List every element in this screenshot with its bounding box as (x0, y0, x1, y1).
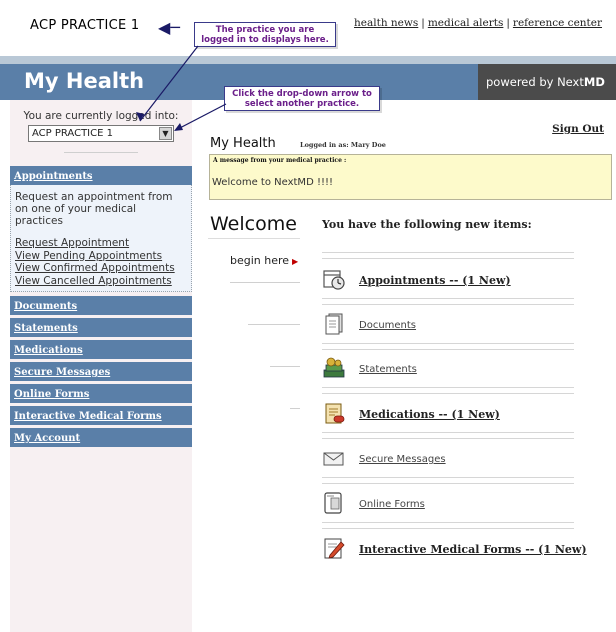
practice-title: ACP PRACTICE 1 (30, 18, 140, 33)
divider (322, 387, 574, 388)
medication-icon (325, 403, 345, 424)
sidebar-item-secure-messages[interactable]: Secure Messages (10, 362, 192, 381)
divider (322, 304, 574, 305)
item-label[interactable]: Online Forms (359, 499, 425, 510)
new-item-statements[interactable]: Statements (322, 354, 582, 384)
sign-out-link[interactable]: Sign Out (552, 123, 604, 135)
practice-callout: The practice you are logged in to displa… (194, 22, 336, 47)
form-icon (324, 492, 342, 514)
practice-select-value: ACP PRACTICE 1 (32, 128, 113, 139)
divider (270, 366, 300, 367)
login-label: You are currently logged into: (23, 110, 179, 122)
new-item-online-forms[interactable]: Online Forms (322, 489, 582, 519)
new-item-appointments[interactable]: Appointments -- (1 New) (322, 265, 582, 295)
new-item-medications[interactable]: Medications -- (1 New) (322, 399, 582, 429)
view-confirmed-appointments-link[interactable]: View Confirmed Appointments (15, 262, 187, 275)
page-title: My Health (210, 136, 276, 151)
document-icon (325, 313, 343, 335)
sidebar-item-label[interactable]: Online Forms (14, 389, 89, 400)
top-links: health news | medical alerts | reference cen… (354, 17, 602, 29)
divider (322, 477, 574, 478)
view-pending-appointments-link[interactable]: View Pending Appointments (15, 250, 187, 263)
arrow-right-icon: ▶ (292, 257, 299, 266)
divider (322, 432, 574, 433)
appointments-description: Request an appointment from on one of yo… (15, 191, 173, 227)
item-label[interactable]: Statements (359, 364, 417, 375)
divider (208, 238, 300, 239)
divider (322, 252, 574, 253)
welcome-heading: Welcome (210, 213, 297, 235)
new-item-secure-messages[interactable]: Secure Messages (322, 444, 582, 474)
banner-title: My Health (24, 69, 145, 93)
appointment-links: Request Appointment View Pending Appoint… (15, 237, 187, 287)
powered-by-logo: powered by NextMD (478, 64, 616, 100)
divider (322, 349, 574, 350)
sidebar-item-interactive-medical-forms[interactable]: Interactive Medical Forms (10, 406, 192, 425)
sidebar-item-statements[interactable]: Statements (10, 318, 192, 337)
divider (322, 298, 574, 299)
message-text: Welcome to NextMD !!!! (212, 177, 333, 188)
main-content: Sign Out My Health Logged in as: Mary Do… (200, 100, 616, 632)
sidebar-item-my-account[interactable]: My Account (10, 428, 192, 447)
divider (322, 438, 574, 439)
money-icon (323, 357, 345, 378)
view-cancelled-appointments-link[interactable]: View Cancelled Appointments (15, 275, 187, 288)
new-item-interactive-medical-forms[interactable]: Interactive Medical Forms -- (1 New) (322, 534, 612, 564)
sidebar-item-label[interactable]: Medications (14, 345, 83, 356)
new-items-heading: You have the following new items: (322, 218, 532, 231)
message-label: A message from your medical practice : (213, 157, 347, 164)
item-label[interactable]: Documents (359, 320, 416, 331)
divider (322, 258, 574, 259)
chevron-down-icon[interactable]: ▼ (159, 127, 172, 140)
dropdown-callout: Click the drop-down arrow to select anot… (224, 86, 380, 111)
item-label[interactable]: Appointments -- (1 New) (359, 274, 511, 287)
new-item-documents[interactable]: Documents (322, 310, 582, 340)
item-label[interactable]: Medications -- (1 New) (359, 408, 500, 421)
divider (322, 393, 574, 394)
health-news-link[interactable]: health news (354, 17, 418, 29)
item-label[interactable]: Interactive Medical Forms -- (1 New) (359, 543, 587, 556)
appointments-panel: Request an appointment from on one of yo… (10, 185, 192, 292)
divider (248, 324, 300, 325)
sidebar-item-medications[interactable]: Medications (10, 340, 192, 359)
sidebar-item-label[interactable]: Secure Messages (14, 367, 110, 378)
practice-message-box: A message from your medical practice : W… (209, 154, 612, 200)
divider (322, 483, 574, 484)
reference-center-link[interactable]: reference center (513, 17, 602, 29)
divider (290, 408, 300, 409)
divider (230, 282, 300, 283)
login-box: You are currently logged into: ACP PRACT… (10, 100, 192, 153)
divider (322, 522, 574, 523)
envelope-icon (323, 452, 344, 466)
arrow-left-icon: ◀─ (158, 18, 180, 37)
sidebar-item-appointments[interactable]: Appointments (10, 166, 192, 185)
item-label[interactable]: Secure Messages (359, 454, 446, 465)
calendar-clock-icon (323, 270, 345, 290)
sidebar-item-label[interactable]: Appointments (14, 171, 93, 182)
sidebar-item-label[interactable]: Interactive Medical Forms (14, 411, 162, 422)
practice-select[interactable]: ACP PRACTICE 1 ▼ (28, 125, 174, 142)
sidebar-item-label[interactable]: Documents (14, 301, 77, 312)
begin-here: begin here ▶ (230, 254, 299, 267)
sidebar-item-label[interactable]: Statements (14, 323, 78, 334)
header-divider (0, 56, 616, 64)
sidebar-item-label[interactable]: My Account (14, 433, 80, 444)
request-appointment-link[interactable]: Request Appointment (15, 237, 187, 250)
medical-alerts-link[interactable]: medical alerts (428, 17, 504, 29)
sidebar-item-online-forms[interactable]: Online Forms (10, 384, 192, 403)
sidebar: You are currently logged into: ACP PRACT… (10, 100, 192, 632)
sidebar-item-documents[interactable]: Documents (10, 296, 192, 315)
divider (322, 343, 574, 344)
divider (322, 528, 574, 529)
divider (64, 152, 138, 153)
pencil-form-icon (324, 538, 345, 559)
logged-in-as: Logged in as: Mary Doe (300, 141, 386, 149)
